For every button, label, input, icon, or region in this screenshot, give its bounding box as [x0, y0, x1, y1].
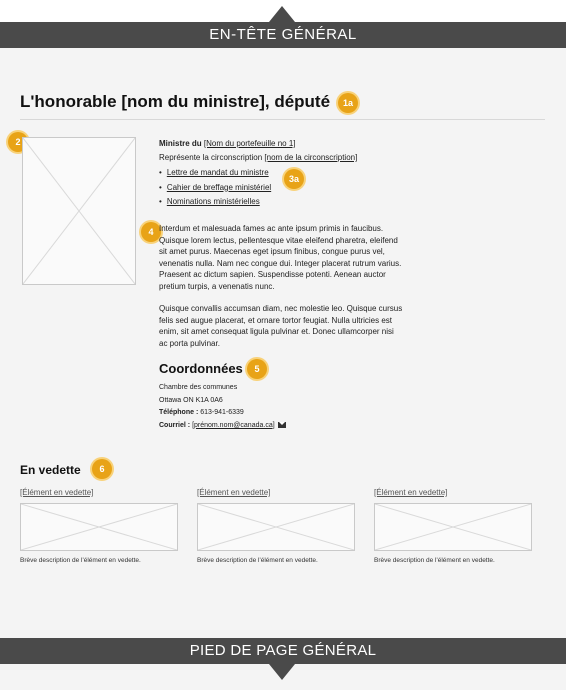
featured-item-description: Brève description de l'élément en vedett… — [197, 557, 318, 564]
portfolio-link[interactable]: [Nom du portefeuille no 1] — [204, 139, 296, 148]
arrow-up-icon — [269, 6, 295, 22]
featured-item-3: [Élément en vedette] Brève description d… — [374, 488, 532, 564]
minister-prefix: Ministre du — [159, 139, 204, 148]
badge-5: 5 — [247, 359, 267, 379]
badge-3a: 3a — [284, 169, 304, 189]
page-body: L'honorable [nom du ministre], député 1a… — [0, 48, 566, 638]
placeholder-cross-icon — [20, 503, 178, 551]
portfolio-line: Ministre du [Nom du portefeuille no 1] — [159, 137, 357, 151]
list-item: Lettre de mandat du ministre — [159, 166, 357, 181]
minister-info: Ministre du [Nom du portefeuille no 1] R… — [159, 137, 357, 210]
bio-paragraph-2: Quisque convallis accumsan diam, nec mol… — [159, 304, 403, 348]
placeholder-cross-icon — [22, 137, 136, 285]
list-item: Cahier de breffage ministériel — [159, 181, 357, 196]
phone-line: Téléphone : 613-941-6339 — [159, 407, 286, 420]
bio-paragraph-1: Interdum et malesuada fames ac ante ipsu… — [159, 224, 402, 291]
briefing-book-link[interactable]: Cahier de breffage ministériel — [167, 183, 271, 192]
riding-link[interactable]: [nom de la circonscription] — [264, 153, 357, 162]
featured-item-link[interactable]: [Élément en vedette] — [374, 488, 532, 502]
featured-item-1: [Élément en vedette] Brève description d… — [20, 488, 178, 564]
mandate-letter-link[interactable]: Lettre de mandat du ministre — [167, 168, 269, 177]
title-divider — [20, 119, 545, 120]
minister-links: Lettre de mandat du ministre Cahier de b… — [159, 166, 357, 210]
featured-item-description: Brève description de l'élément en vedett… — [20, 557, 141, 564]
biography: Interdum et malesuada fames ac ante ipsu… — [159, 223, 404, 349]
address-line-2: Ottawa ON K1A 0A6 — [159, 396, 223, 404]
global-footer: PIED DE PAGE GÉNÉRAL — [0, 638, 566, 664]
global-header: EN-TÊTE GÉNÉRAL — [0, 22, 566, 48]
placeholder-cross-icon — [197, 503, 355, 551]
featured-item-2: [Élément en vedette] Brève description d… — [197, 488, 355, 564]
arrow-down-icon — [269, 664, 295, 680]
list-item: Nominations ministérielles — [159, 195, 357, 210]
badge-6: 6 — [92, 459, 112, 479]
riding-prefix: Représente la circonscription — [159, 153, 265, 162]
mail-icon — [277, 421, 286, 428]
email-link[interactable]: [prénom.nom@canada.ca] — [192, 422, 275, 429]
featured-item-description: Brève description de l'élément en vedett… — [374, 557, 495, 564]
featured-image-placeholder — [374, 503, 532, 551]
minister-photo-placeholder — [22, 137, 136, 285]
riding-line: Représente la circonscription [nom de la… — [159, 151, 357, 165]
featured-item-link[interactable]: [Élément en vedette] — [20, 488, 178, 502]
page-title: L'honorable [nom du ministre], député — [20, 92, 331, 111]
address-line-1: Chambre des communes — [159, 384, 238, 391]
badge-1a: 1a — [338, 93, 358, 113]
phone-value: 613-941-6339 — [200, 409, 244, 416]
contact-details: Chambre des communes Ottawa ON K1A 0A6 T… — [159, 382, 286, 432]
featured-heading: En vedette — [20, 463, 81, 477]
email-label: Courriel : — [159, 421, 193, 429]
email-line: Courriel : [prénom.nom@canada.ca] — [159, 420, 286, 433]
badge-4: 4 — [141, 222, 161, 242]
featured-image-placeholder — [20, 503, 178, 551]
contact-heading: Coordonnées — [159, 361, 243, 376]
appointments-link[interactable]: Nominations ministérielles — [167, 197, 260, 206]
featured-image-placeholder — [197, 503, 355, 551]
placeholder-cross-icon — [374, 503, 532, 551]
phone-label: Téléphone : — [159, 409, 201, 416]
featured-item-link[interactable]: [Élément en vedette] — [197, 488, 355, 502]
